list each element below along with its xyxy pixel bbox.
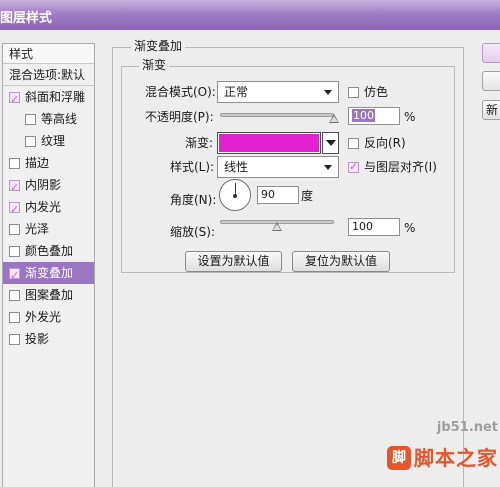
- align-label: 与图层对齐(I): [364, 160, 437, 174]
- scale-value: 100: [352, 220, 373, 233]
- reverse-label: 反向(R): [364, 136, 406, 150]
- gradient-label: 渐变:: [185, 136, 214, 150]
- styles-list: 样式 混合选项:默认 斜面和浮雕等高线纹理描边内阴影内发光光泽颜色叠加渐变叠加图…: [2, 43, 95, 487]
- dither-checkbox[interactable]: 仿色: [348, 84, 388, 100]
- style-item-label: 内阴影: [25, 178, 62, 192]
- style-item[interactable]: 内阴影: [3, 174, 94, 199]
- opacity-value: 100: [352, 109, 375, 122]
- scale-label: 缩放(S):: [170, 225, 216, 239]
- style-item-label: 斜面和浮雕: [25, 90, 86, 104]
- style-item-label: 外发光: [25, 310, 62, 324]
- angle-value: 90: [261, 188, 275, 201]
- style-item[interactable]: 纹理: [3, 130, 94, 152]
- title-bar[interactable]: 图层样式: [0, 0, 500, 30]
- angle-input[interactable]: 90: [257, 186, 299, 204]
- style-item-checkbox[interactable]: [25, 113, 36, 125]
- style-item-label: 纹理: [41, 134, 66, 148]
- reset-default-button[interactable]: 复位为默认值: [292, 251, 390, 272]
- style-item[interactable]: 外发光: [3, 306, 94, 328]
- scale-input[interactable]: 100: [348, 218, 400, 236]
- reverse-checkbox[interactable]: 反向(R): [348, 135, 406, 151]
- style-item-checkbox[interactable]: [9, 245, 20, 257]
- style-item-checkbox[interactable]: [9, 177, 20, 199]
- style-item-label: 渐变叠加: [25, 266, 74, 280]
- opacity-label: 不透明度(P):: [145, 110, 214, 124]
- style-item-checkbox[interactable]: [9, 157, 20, 169]
- align-checkbox[interactable]: 与图层对齐(I): [348, 159, 437, 175]
- styles-header[interactable]: 样式: [3, 44, 94, 64]
- cancel-button[interactable]: [482, 71, 500, 91]
- dialog-body: 样式 混合选项:默认 斜面和浮雕等高线纹理描边内阴影内发光光泽颜色叠加渐变叠加图…: [0, 30, 500, 487]
- style-item[interactable]: 渐变叠加: [3, 262, 94, 287]
- style-item-label: 描边: [25, 156, 50, 170]
- brand-logo-icon: 脚: [387, 446, 411, 470]
- style-item-label: 等高线: [41, 112, 78, 126]
- watermark-logo: 脚 脚本之家: [387, 446, 498, 470]
- style-item[interactable]: 颜色叠加: [3, 240, 94, 262]
- blend-mode-label: 混合模式(O):: [145, 85, 216, 99]
- style-label: 样式(L):: [170, 160, 215, 174]
- style-item-checkbox[interactable]: [9, 89, 20, 111]
- scale-unit: %: [404, 221, 416, 235]
- new-style-button[interactable]: 新: [482, 100, 500, 120]
- chevron-down-icon: [324, 90, 332, 95]
- subgroup-title: 渐变: [139, 58, 170, 72]
- style-item[interactable]: 投影: [3, 328, 94, 350]
- style-item-label: 投影: [25, 332, 50, 346]
- style-item-label: 图案叠加: [25, 288, 74, 302]
- style-items: 斜面和浮雕等高线纹理描边内阴影内发光光泽颜色叠加渐变叠加图案叠加外发光投影: [3, 86, 94, 350]
- angle-unit: 度: [301, 189, 314, 203]
- style-item-checkbox[interactable]: [9, 333, 20, 345]
- style-item[interactable]: 斜面和浮雕: [3, 86, 94, 111]
- blend-mode-value: 正常: [224, 85, 249, 99]
- opacity-unit: %: [404, 110, 416, 124]
- gradient-preview[interactable]: [217, 132, 321, 154]
- window-title: 图层样式: [0, 11, 53, 26]
- section-title: 渐变叠加: [131, 39, 186, 53]
- watermark-brand: 脚本之家: [414, 446, 498, 470]
- chevron-down-icon: [324, 165, 332, 170]
- style-item-checkbox[interactable]: [25, 135, 36, 147]
- style-item-checkbox[interactable]: [9, 311, 20, 323]
- style-item[interactable]: 光泽: [3, 218, 94, 240]
- style-item[interactable]: 图案叠加: [3, 284, 94, 306]
- angle-dial-icon[interactable]: [219, 179, 251, 211]
- watermark: jb51.net 脚 脚本之家: [387, 420, 498, 470]
- style-item-checkbox[interactable]: [9, 223, 20, 235]
- opacity-input[interactable]: 100: [348, 107, 400, 125]
- opacity-slider-track[interactable]: [220, 113, 334, 117]
- style-item-label: 内发光: [25, 200, 62, 214]
- style-item[interactable]: 等高线: [3, 108, 94, 130]
- gradient-picker-dropdown[interactable]: [322, 132, 339, 154]
- style-item[interactable]: 内发光: [3, 196, 94, 221]
- style-item-checkbox[interactable]: [9, 289, 20, 301]
- dither-label: 仿色: [364, 85, 389, 99]
- opacity-slider-thumb[interactable]: [329, 114, 339, 123]
- blend-options-item[interactable]: 混合选项:默认: [3, 64, 94, 86]
- align-checkbox-box[interactable]: [348, 159, 359, 175]
- reverse-checkbox-box[interactable]: [348, 137, 359, 149]
- scale-slider-thumb[interactable]: [272, 222, 282, 231]
- set-default-button[interactable]: 设置为默认值: [185, 251, 282, 272]
- watermark-url: jb51.net: [436, 420, 498, 435]
- angle-label: 角度(N):: [170, 193, 217, 207]
- ok-button[interactable]: [482, 43, 500, 63]
- style-item-label: 光泽: [25, 222, 50, 236]
- style-item-checkbox[interactable]: [9, 265, 20, 287]
- style-item[interactable]: 描边: [3, 152, 94, 174]
- dither-checkbox-box[interactable]: [348, 86, 359, 98]
- style-item-label: 颜色叠加: [25, 244, 74, 258]
- style-select[interactable]: 线性: [217, 156, 339, 178]
- style-item-checkbox[interactable]: [9, 199, 20, 221]
- style-value: 线性: [224, 160, 249, 174]
- blend-mode-select[interactable]: 正常: [217, 81, 339, 103]
